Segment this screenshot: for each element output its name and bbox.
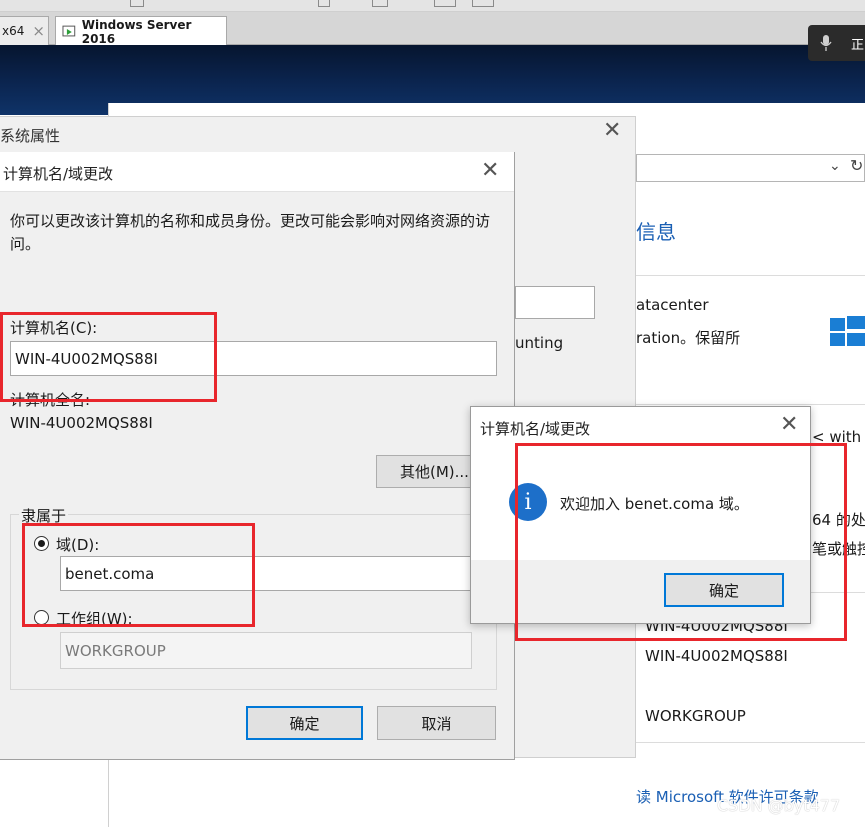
toolbar-icon[interactable] <box>130 0 144 7</box>
cancel-button[interactable]: 取消 <box>377 706 496 740</box>
message-box-title: 计算机名/域更改 <box>480 420 591 438</box>
annotation-box-welcome <box>515 443 847 641</box>
dialog-title: 计算机名/域更改 <box>3 165 114 183</box>
close-icon[interactable]: ✕ <box>603 118 621 143</box>
close-icon[interactable]: ✕ <box>481 158 499 183</box>
more-button[interactable]: 其他(M)... <box>376 455 474 488</box>
workgroup-value: WORKGROUP <box>645 707 746 725</box>
dialog-description: 你可以更改该计算机的名称和成员身份。更改可能会影响对网络资源的访问。 <box>10 212 491 253</box>
vm-tab-strip: x64 × Windows Server 2016 <box>0 12 865 46</box>
toolbar-icon[interactable] <box>372 0 388 7</box>
close-icon[interactable]: ✕ <box>780 412 798 437</box>
chevron-down-icon[interactable]: ⌄ <box>829 158 841 174</box>
full-name-value: WIN-4U002MQS88I <box>10 414 153 432</box>
description-text: unting <box>515 334 564 352</box>
refresh-icon[interactable]: ↻ <box>850 156 863 175</box>
divider <box>636 742 865 743</box>
annotation-box-domain <box>22 523 255 627</box>
tab-windows-server-2016[interactable]: Windows Server 2016 <box>55 16 227 46</box>
mic-status-text: 正 <box>851 38 865 53</box>
address-bar[interactable]: ⌄ ↻ <box>636 154 865 182</box>
section-heading: 信息 <box>636 220 676 244</box>
tab-x64[interactable]: x64 × <box>0 16 49 45</box>
close-icon[interactable]: × <box>32 22 45 40</box>
description-field[interactable] <box>515 286 595 319</box>
divider <box>636 404 865 405</box>
edition-text: atacenter <box>636 296 709 314</box>
vm-toolbar <box>0 0 865 12</box>
divider <box>636 275 865 276</box>
vm-running-icon <box>62 25 76 36</box>
toolbar-icon[interactable] <box>434 0 456 7</box>
toolbar-icon[interactable] <box>318 0 330 7</box>
annotation-box-computer-name <box>0 312 217 402</box>
mic-widget[interactable]: 正 <box>808 25 865 61</box>
toolbar-icon[interactable] <box>472 0 494 7</box>
windows-logo-icon <box>828 316 865 348</box>
tab-label: x64 <box>2 24 25 38</box>
dialog-title: 系统属性 <box>0 127 61 145</box>
watermark: CSDN @byt477 <box>717 796 841 815</box>
tab-label: Windows Server 2016 <box>81 17 192 46</box>
computer-name-value: WIN-4U002MQS88I <box>645 647 788 665</box>
workgroup-input[interactable]: WORKGROUP <box>60 632 472 669</box>
ok-button[interactable]: 确定 <box>246 706 363 740</box>
microphone-icon <box>820 35 832 51</box>
copyright-text: ration。保留所 <box>636 329 741 347</box>
